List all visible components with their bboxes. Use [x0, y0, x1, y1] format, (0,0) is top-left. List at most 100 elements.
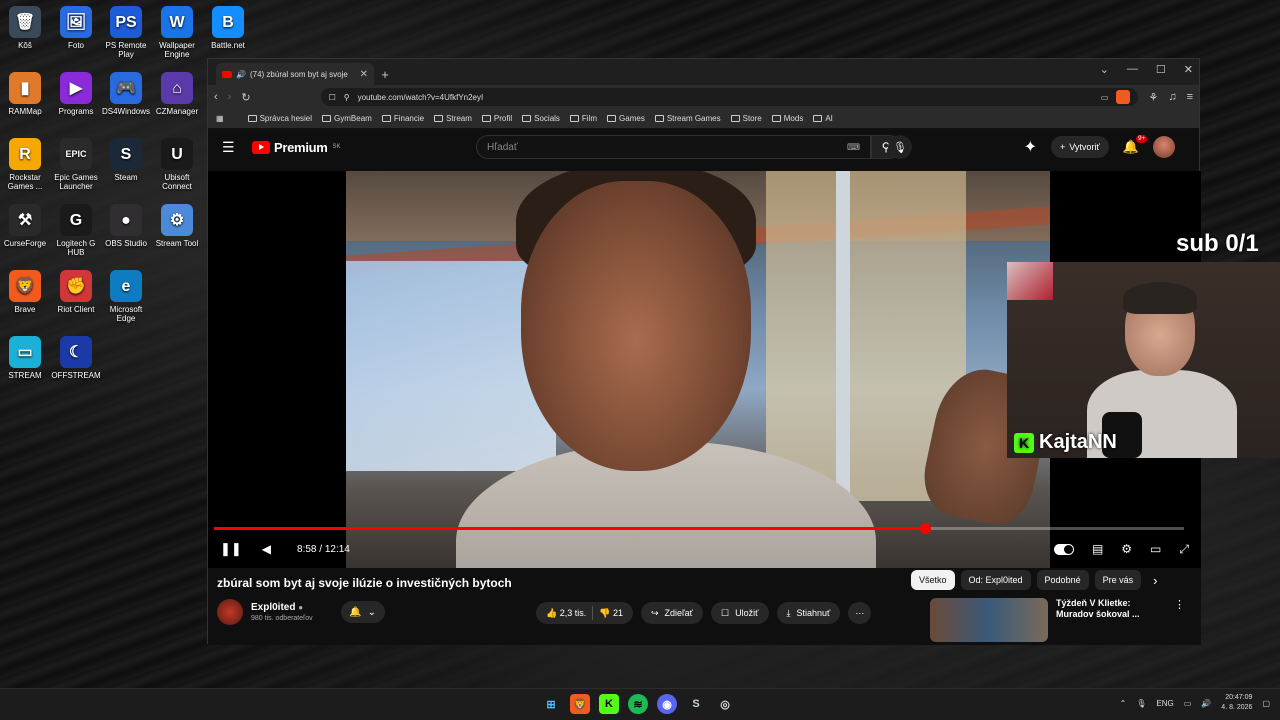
media-icon[interactable]: ♫ — [1168, 91, 1176, 103]
hamburger-menu-icon[interactable]: ☰ — [222, 139, 246, 156]
chevron-right-icon[interactable]: › — [1153, 573, 1157, 588]
bookmark-item[interactable]: Store — [730, 114, 762, 123]
desktop-icon[interactable]: ● OBS Studio — [101, 204, 151, 248]
desktop-icon[interactable]: G Logitech G HUB — [51, 204, 101, 257]
desktop-icon[interactable]: ☾ OFFSTREAM — [51, 336, 101, 380]
keyboard-icon[interactable]: ⌨ — [847, 142, 860, 153]
desktop-icon[interactable]: ⚒ CurseForge — [0, 204, 50, 248]
bookmark-item[interactable]: Socials — [522, 114, 560, 123]
microphone-icon[interactable]: 🎙 — [1136, 699, 1146, 708]
brave-shields-icon[interactable] — [1116, 90, 1131, 104]
desktop-icon[interactable]: S Steam — [101, 138, 151, 182]
bookmark-item[interactable]: Mods — [771, 114, 803, 123]
start-windows-icon[interactable]: ⊞ — [541, 694, 561, 714]
rec-thumbnail[interactable] — [930, 598, 1048, 642]
minimize-button[interactable]: — — [1127, 63, 1138, 76]
more-actions-button[interactable]: ⋯ — [848, 602, 872, 624]
desktop-icon[interactable]: ▭ STREAM — [0, 336, 50, 380]
desktop-icon[interactable]: 🗑 Kôš — [0, 6, 50, 50]
url-text[interactable]: youtube.com/watch?v=4UfkfYn2eyI — [358, 93, 1093, 102]
chevron-up-icon[interactable]: ⌃ — [1120, 699, 1127, 708]
bookmark-item[interactable]: Správca hesiel — [247, 114, 312, 123]
close-tab-icon[interactable]: ✕ — [360, 69, 368, 80]
save-button[interactable]: ☐ Uložiť — [711, 602, 769, 624]
language-indicator[interactable]: ENG — [1156, 699, 1173, 708]
desktop-icon[interactable]: 🖼 Foto — [51, 6, 101, 50]
subtitles-icon[interactable]: ▤ — [1092, 542, 1103, 556]
bookmark-item[interactable]: Financie — [381, 114, 424, 123]
steam-taskbar-icon[interactable]: S — [686, 694, 706, 714]
youtube-logo[interactable]: Premium SK — [252, 140, 341, 155]
network-icon[interactable]: ▭ — [1184, 699, 1192, 708]
maximize-button[interactable]: ☐ — [1156, 63, 1166, 76]
progress-scrubber[interactable] — [920, 523, 931, 534]
close-window-button[interactable]: ✕ — [1184, 63, 1193, 76]
reload-icon[interactable]: ↻ — [241, 91, 250, 104]
bookmark-item[interactable]: Games — [607, 114, 645, 123]
new-tab-button[interactable]: + — [374, 63, 396, 85]
dislike-button[interactable]: 👎 21 — [599, 608, 623, 619]
desktop-icon[interactable]: e Microsoft Edge — [101, 270, 151, 323]
bookmark-item[interactable]: GymBeam — [322, 114, 372, 123]
clock[interactable]: 20:47:09 4. 8. 2026 — [1221, 693, 1252, 713]
rec-menu-icon[interactable]: ⋮ — [1174, 598, 1185, 642]
brave-taskbar-icon[interactable]: 🦁 — [570, 694, 590, 714]
filter-chip[interactable]: Pre vás — [1094, 570, 1142, 590]
bookmark-item[interactable]: Stream Games — [654, 114, 721, 123]
volume-icon[interactable]: ◀ — [262, 542, 271, 556]
tab-list-icon[interactable]: ⌄ — [1100, 63, 1109, 76]
desktop-icon[interactable]: U Ubisoft Connect — [152, 138, 202, 191]
account-avatar[interactable] — [1153, 136, 1175, 158]
create-button[interactable]: + Vytvoriť — [1051, 136, 1109, 158]
address-bar[interactable]: ☐ ⚲ youtube.com/watch?v=4UfkfYn2eyI ▭ — [320, 88, 1139, 106]
like-button[interactable]: 👍 2,3 tis. — [546, 608, 586, 619]
subscribe-bell-button[interactable]: 🔔 ⌄ — [340, 601, 385, 623]
bookmark-item[interactable]: Profil — [481, 114, 512, 123]
pause-icon[interactable]: ❚❚ — [220, 541, 242, 557]
settings-icon[interactable]: ⚙ — [1121, 542, 1132, 556]
premium-perks-icon[interactable]: ✦ — [1024, 137, 1037, 157]
bookmark-icon[interactable]: ☐ — [329, 93, 336, 102]
progress-bar[interactable] — [214, 523, 1184, 534]
obs-taskbar-icon[interactable]: ◎ — [715, 694, 735, 714]
desktop-icon[interactable]: ▮ RAMMap — [0, 72, 50, 116]
search-input[interactable]: Hľadať ⌨ — [476, 135, 871, 159]
desktop-icon[interactable]: EPIC Epic Games Launcher — [51, 138, 101, 191]
bookmark-item[interactable]: Stream — [434, 114, 472, 123]
desktop-icon[interactable]: ⌂ CZManager — [152, 72, 202, 116]
spotify-taskbar-icon[interactable]: ≋ — [628, 694, 648, 714]
channel-name[interactable]: Expl0ited ● — [251, 602, 313, 613]
voice-search-icon[interactable]: 🎙 — [888, 135, 912, 159]
desktop-icon[interactable]: B Battle.net — [203, 6, 253, 50]
desktop-icon[interactable]: 🦁 Brave — [0, 270, 50, 314]
volume-icon[interactable]: 🔊 — [1201, 699, 1211, 708]
back-icon[interactable]: ‹ — [214, 91, 218, 103]
desktop-icon[interactable]: ▶ Programs — [51, 72, 101, 116]
desktop-icon[interactable]: W Wallpaper Engine — [152, 6, 202, 59]
share-button[interactable]: ↪ Zdieľať — [640, 602, 704, 624]
channel-avatar[interactable] — [217, 599, 243, 625]
recommended-video[interactable]: Týždeň V Klietke: Muradov šokoval ... ⋮ — [930, 598, 1188, 642]
notification-center-icon[interactable]: ▢ — [1262, 699, 1270, 708]
filter-chip[interactable]: Podobné — [1036, 570, 1089, 590]
site-info-icon[interactable]: ⚲ — [344, 93, 350, 102]
kick-taskbar-icon[interactable]: K — [599, 694, 619, 714]
rec-title[interactable]: Týždeň V Klietke: Muradov šokoval ... — [1056, 598, 1166, 642]
desktop-icon[interactable]: PS PS Remote Play — [101, 6, 151, 59]
forward-icon[interactable]: › — [228, 91, 232, 103]
autoplay-toggle[interactable] — [1053, 543, 1074, 555]
cast-icon[interactable]: ▭ — [1101, 93, 1109, 102]
theater-mode-icon[interactable]: ▭ — [1150, 542, 1161, 556]
filter-chip[interactable]: Všetko — [911, 570, 955, 590]
download-button[interactable]: ⤓ Stiahnuť — [776, 602, 841, 624]
bookmark-item[interactable]: AI — [813, 114, 833, 123]
filter-chip[interactable]: Od: Expl0ited — [960, 570, 1031, 590]
discord-taskbar-icon[interactable]: ◉ — [657, 694, 677, 714]
desktop-icon[interactable]: 🎮 DS4Windows — [101, 72, 151, 116]
desktop-icon[interactable]: R Rockstar Games ... — [0, 138, 50, 191]
apps-grid-icon[interactable]: ▦ — [216, 114, 224, 123]
fullscreen-icon[interactable]: ⤢ — [1179, 542, 1189, 557]
bookmark-item[interactable]: Film — [569, 114, 597, 123]
notifications-button[interactable]: 🔔 9+ — [1123, 135, 1147, 155]
menu-icon[interactable]: ≡ — [1187, 91, 1193, 103]
